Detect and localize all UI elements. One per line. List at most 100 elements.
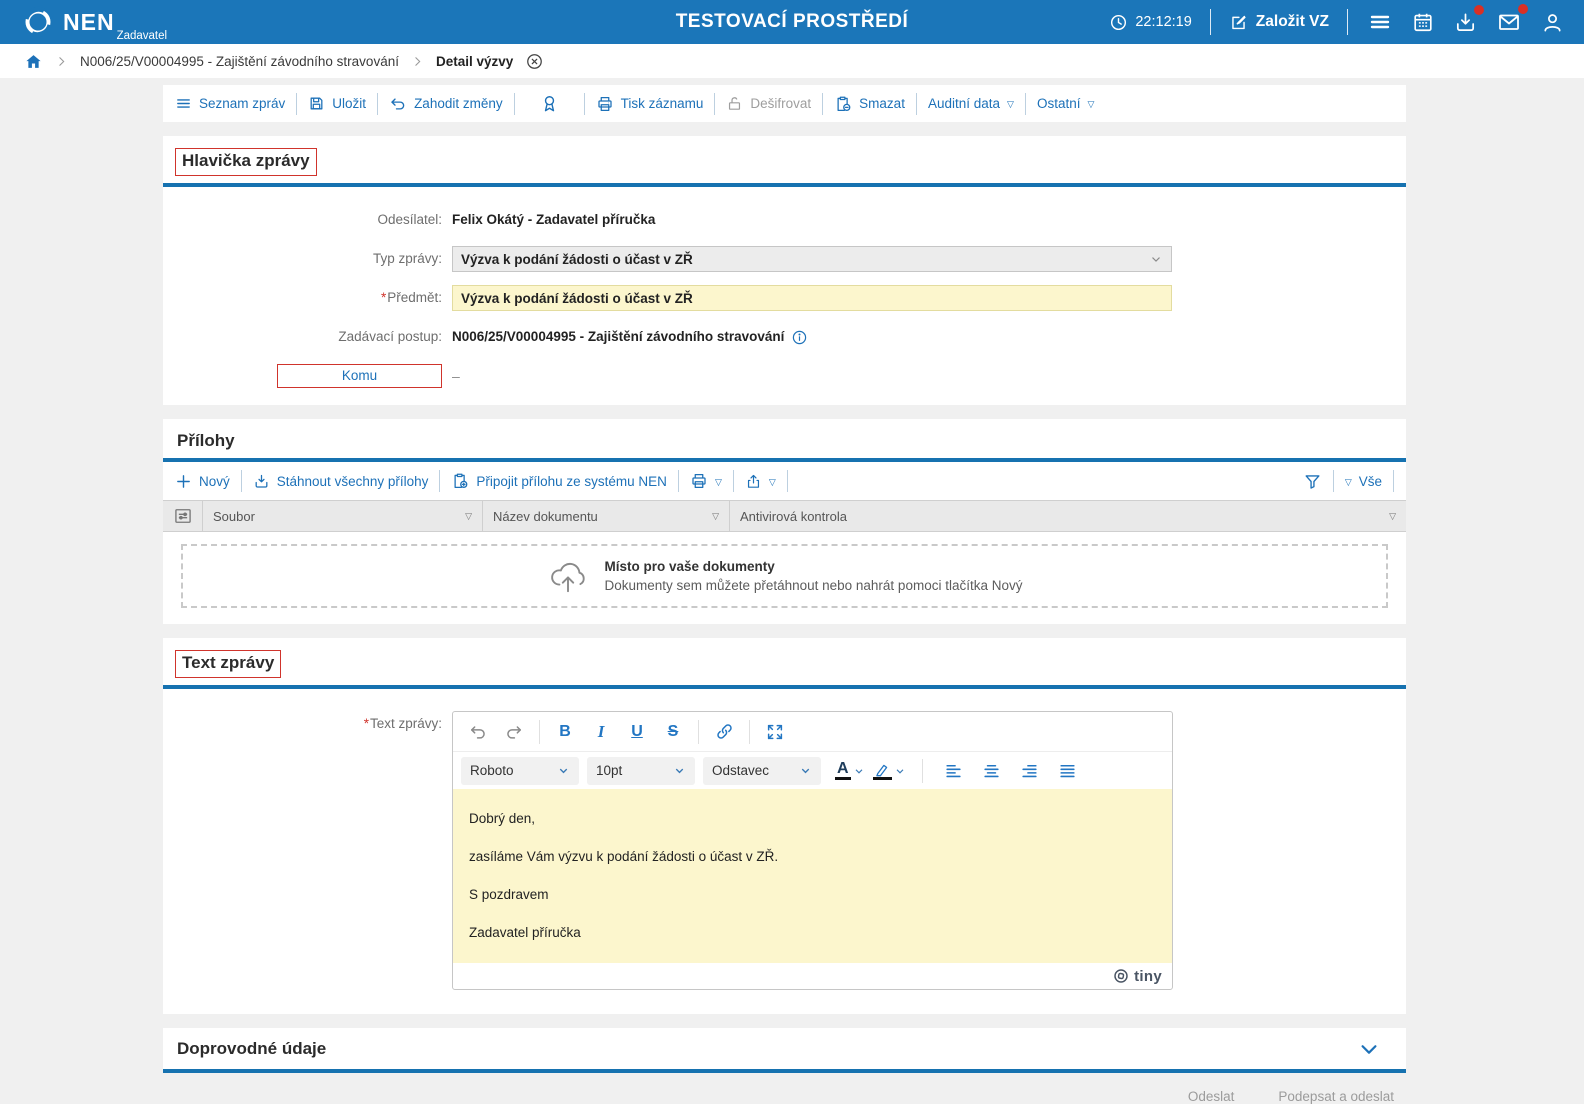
- attachments-table-header: Soubor ▽ Název dokumentu ▽ Antivirová ko…: [163, 500, 1406, 532]
- message-paragraph: S pozdravem: [469, 887, 549, 902]
- message-text-label-text: Text zprávy:: [369, 716, 442, 731]
- nen-logo[interactable]: NEN Zadavatel: [22, 6, 167, 41]
- calendar-button[interactable]: [1410, 9, 1436, 35]
- divider: [583, 92, 585, 115]
- block-format-select[interactable]: Odstavec: [703, 756, 821, 785]
- toolbar-label: Stáhnout všechny přílohy: [276, 473, 429, 489]
- highlight-color-button[interactable]: [872, 762, 906, 780]
- create-vz-button[interactable]: Založit VZ: [1229, 13, 1329, 32]
- clock-icon: [1109, 13, 1128, 32]
- breadcrumb-procedure[interactable]: N006/25/V00004995 - Zajištění závodního …: [80, 54, 399, 69]
- attachments-section: Přílohy Nový Stáhnout všechny přílohy Př…: [163, 419, 1406, 624]
- font-size-select[interactable]: 10pt: [587, 756, 695, 785]
- bold-button[interactable]: B: [550, 718, 580, 746]
- print-attachments-dropdown[interactable]: ▽: [690, 472, 722, 490]
- discard-changes-button[interactable]: Zahodit změny: [389, 95, 503, 113]
- attach-from-nen-button[interactable]: Připojit přílohu ze systému NEN: [451, 472, 667, 490]
- toolbar-label: Auditní data: [927, 96, 1001, 111]
- chevron-down-icon: [799, 764, 812, 777]
- sender-label: Odesílatel:: [377, 212, 442, 227]
- downloads-button[interactable]: [1452, 4, 1484, 36]
- toolbar-label: Vše: [1358, 473, 1382, 489]
- other-dropdown[interactable]: Ostatní ▽: [1037, 96, 1094, 111]
- column-settings-button[interactable]: [163, 501, 203, 531]
- undo-button[interactable]: [463, 718, 493, 746]
- recipient-value: –: [452, 368, 460, 384]
- export-attachments-dropdown[interactable]: ▽: [745, 473, 776, 490]
- filter-triangle-icon[interactable]: ▽: [465, 511, 472, 522]
- column-label: Antivirová kontrola: [740, 508, 847, 524]
- text-color-button[interactable]: A: [835, 761, 865, 780]
- highlighter-icon: [872, 762, 892, 780]
- download-icon: [253, 473, 270, 490]
- redo-button[interactable]: [499, 718, 529, 746]
- delete-document-icon: [834, 95, 852, 113]
- message-paragraph: Dobrý den,: [469, 811, 536, 826]
- divider: [439, 470, 441, 492]
- toolbar-label: Uložit: [332, 96, 367, 111]
- strikethrough-button[interactable]: S: [658, 718, 688, 746]
- environment-title: TESTOVACÍ PROSTŘEDÍ: [675, 11, 909, 32]
- column-header-antivirova-kontrola[interactable]: Antivirová kontrola ▽: [730, 501, 1406, 531]
- share-icon: [745, 473, 762, 490]
- send-button[interactable]: Odeslat: [1188, 1089, 1235, 1104]
- divider: [732, 470, 734, 492]
- sign-and-send-button[interactable]: Podepsat a odeslat: [1278, 1089, 1394, 1104]
- text-color-letter: A: [835, 761, 851, 780]
- footer-actions: Odeslat Podepsat a odeslat: [163, 1073, 1406, 1104]
- edit-icon: [1229, 13, 1248, 32]
- message-list-button[interactable]: Seznam zpráv: [175, 95, 285, 112]
- recipient-link[interactable]: Komu: [277, 364, 442, 388]
- delete-button[interactable]: Smazat: [834, 95, 905, 113]
- audit-data-dropdown[interactable]: Auditní data ▽: [928, 96, 1014, 111]
- messages-button[interactable]: [1495, 4, 1528, 36]
- font-family-select[interactable]: Roboto: [461, 756, 579, 785]
- file-dropzone[interactable]: Místo pro vaše dokumenty Dokumenty sem m…: [181, 544, 1388, 608]
- home-button[interactable]: [24, 52, 43, 71]
- server-time: 22:12:19: [1109, 13, 1192, 32]
- subject-value: Výzva k podání žádosti o účast v ZŘ: [461, 290, 693, 306]
- divider: [786, 470, 788, 492]
- align-right-button[interactable]: [1015, 757, 1045, 785]
- user-button[interactable]: [1539, 9, 1566, 36]
- divider: [296, 92, 298, 115]
- message-body-input[interactable]: Dobrý den, zasíláme Vám výzvu k podání ž…: [453, 789, 1172, 963]
- filter-button[interactable]: [1303, 472, 1322, 491]
- message-text-label: *Text zprávy:: [163, 711, 452, 737]
- breadcrumb-current: Detail výzvy: [435, 53, 514, 69]
- close-tab-icon[interactable]: [525, 52, 544, 71]
- menu-button[interactable]: [1366, 8, 1394, 36]
- print-record-button[interactable]: Tisk záznamu: [596, 95, 703, 113]
- filter-all-dropdown[interactable]: ▽ Vše: [1345, 474, 1382, 489]
- subject-input[interactable]: Výzva k podání žádosti o účast v ZŘ: [452, 285, 1172, 311]
- save-button[interactable]: Uložit: [308, 95, 366, 112]
- ribbon-icon: [540, 94, 559, 113]
- expand-section-button[interactable]: [1358, 1038, 1380, 1060]
- italic-button[interactable]: I: [586, 718, 616, 746]
- editor-status-bar: tiny: [453, 963, 1172, 989]
- font-family-value: Roboto: [470, 763, 514, 778]
- new-attachment-button[interactable]: Nový: [175, 473, 230, 490]
- decrypt-button[interactable]: Dešifrovat: [726, 95, 811, 112]
- info-icon[interactable]: [791, 329, 808, 346]
- column-header-nazev-dokumentu[interactable]: Název dokumentu ▽: [483, 501, 730, 531]
- underline-button[interactable]: U: [622, 718, 652, 746]
- align-left-button[interactable]: [939, 757, 969, 785]
- brand-text: NEN: [63, 9, 115, 35]
- seal-button[interactable]: [526, 94, 573, 113]
- download-all-attachments-button[interactable]: Stáhnout všechny přílohy: [253, 473, 429, 490]
- align-justify-button[interactable]: [1053, 757, 1083, 785]
- link-button[interactable]: [709, 718, 739, 746]
- fullscreen-button[interactable]: [760, 718, 790, 746]
- message-type-select[interactable]: Výzva k podání žádosti o účast v ZŘ: [452, 246, 1172, 272]
- align-center-button[interactable]: [977, 757, 1007, 785]
- editor-toolbar-row2: Roboto 10pt Odstavec A: [453, 751, 1172, 789]
- filter-triangle-icon[interactable]: ▽: [1389, 511, 1396, 522]
- column-header-soubor[interactable]: Soubor ▽: [203, 501, 483, 531]
- download-tray-icon: [1454, 11, 1477, 34]
- filter-triangle-icon[interactable]: ▽: [712, 511, 719, 522]
- section-underline: [163, 183, 1406, 187]
- chevron-down-icon: ▽: [714, 476, 722, 487]
- divider: [698, 719, 699, 744]
- divider: [1332, 470, 1334, 492]
